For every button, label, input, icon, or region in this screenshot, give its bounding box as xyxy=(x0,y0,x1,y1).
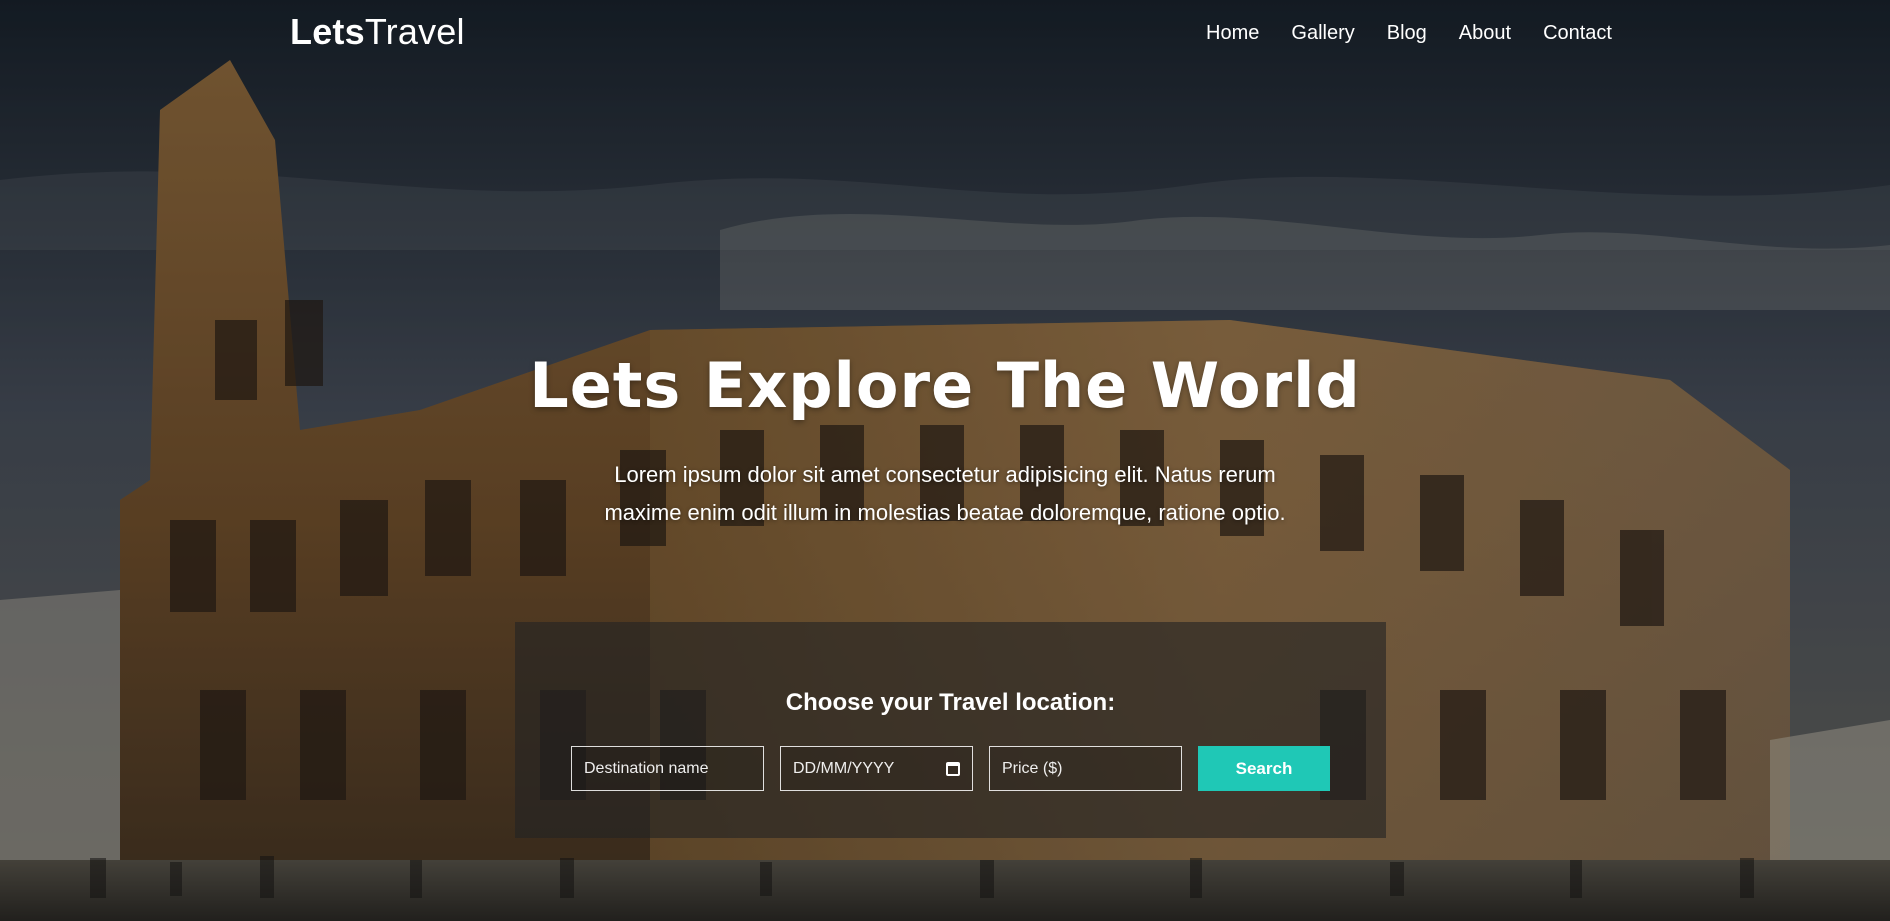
travel-search-panel: Choose your Travel location: DD/MM/YYYY … xyxy=(515,622,1386,838)
search-panel-title: Choose your Travel location: xyxy=(785,689,1116,716)
nav-about-link[interactable]: About xyxy=(1459,18,1511,48)
hero-content: Lets Explore The World Lorem ipsum dolor… xyxy=(0,350,1890,532)
brand-logo-light: Travel xyxy=(364,11,465,52)
price-input[interactable] xyxy=(989,746,1182,791)
calendar-icon[interactable] xyxy=(946,761,960,776)
hero-title: Lets Explore The World xyxy=(529,349,1361,422)
date-placeholder: DD/MM/YYYY xyxy=(793,759,895,777)
destination-input[interactable] xyxy=(571,746,764,791)
brand-logo[interactable]: LetsTravel xyxy=(290,10,465,54)
top-navbar: LetsTravel Home Gallery Blog About Conta… xyxy=(0,0,1890,66)
nav-blog-link[interactable]: Blog xyxy=(1387,18,1427,48)
search-form: DD/MM/YYYY Search xyxy=(571,746,1330,791)
hero-section: LetsTravel Home Gallery Blog About Conta… xyxy=(0,0,1890,921)
hero-subtitle: Lorem ipsum dolor sit amet consectetur a… xyxy=(604,462,1286,525)
nav-gallery-link[interactable]: Gallery xyxy=(1291,18,1354,48)
search-button[interactable]: Search xyxy=(1198,746,1330,791)
nav-home-link[interactable]: Home xyxy=(1206,18,1259,48)
nav-contact-link[interactable]: Contact xyxy=(1543,18,1612,48)
date-input[interactable]: DD/MM/YYYY xyxy=(780,746,973,791)
brand-logo-bold: Lets xyxy=(290,11,365,52)
main-nav: Home Gallery Blog About Contact xyxy=(1206,18,1612,48)
